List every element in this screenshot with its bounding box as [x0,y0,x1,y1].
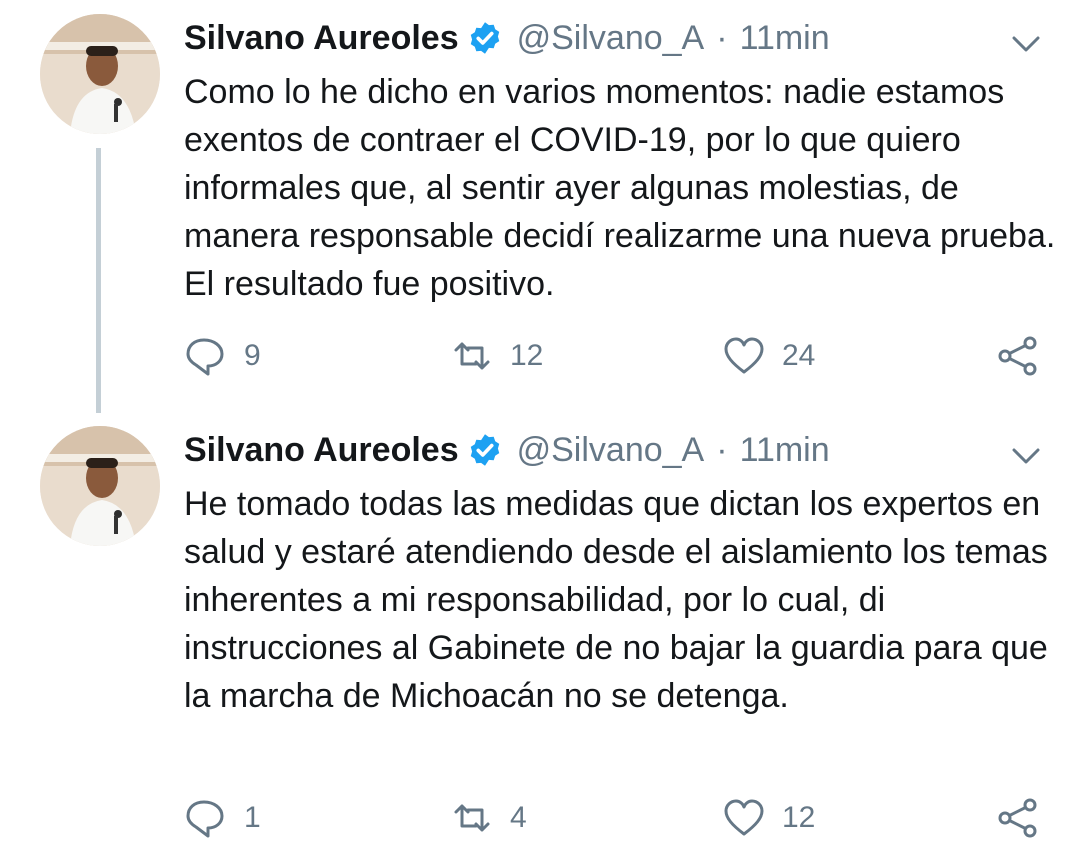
retweet-count: 12 [510,339,544,372]
timestamp[interactable]: 11min [740,19,830,58]
separator-dot: · [716,430,728,469]
retweet-button[interactable]: 12 [450,332,543,380]
author-name[interactable]: Silvano Aureoles [184,19,459,58]
share-button[interactable] [996,794,1040,842]
verified-badge-icon [470,22,499,54]
chevron-down-icon[interactable] [1006,436,1046,476]
author-handle[interactable]: @Silvano_A [517,431,705,470]
retweet-icon [454,342,490,370]
reply-count: 9 [244,339,261,372]
reply-count: 1 [244,801,261,834]
tweet-text: Como lo he dicho en varios momentos: nad… [184,73,1056,303]
timestamp[interactable]: 11min [740,431,830,470]
like-button[interactable]: 12 [722,794,815,842]
avatar[interactable] [40,14,160,134]
tweet-header: Silvano Aureoles @Silvano_A · 11min [184,428,830,472]
tweet-1[interactable]: Silvano Aureoles @Silvano_A · 11min Como… [0,0,1078,413]
verified-badge-icon [470,434,499,466]
author-handle[interactable]: @Silvano_A [517,19,705,58]
retweet-count: 4 [510,801,527,834]
tweet-header: Silvano Aureoles @Silvano_A · 11min [184,16,830,60]
reply-button[interactable]: 9 [184,332,261,380]
reply-button[interactable]: 1 [184,794,261,842]
chevron-down-icon[interactable] [1006,24,1046,64]
like-count: 24 [782,339,816,372]
share-icon [998,336,1037,376]
like-icon [724,337,764,374]
reply-icon [186,338,224,376]
tweet-text: He tomado todas las medidas que dictan l… [184,485,1048,715]
retweet-button[interactable]: 4 [450,794,527,842]
avatar[interactable] [40,426,160,546]
share-button[interactable] [996,332,1040,380]
tweet-2[interactable]: Silvano Aureoles @Silvano_A · 11min He t… [0,412,1078,858]
author-name[interactable]: Silvano Aureoles [184,431,459,470]
separator-dot: · [716,18,728,57]
reply-icon [186,800,224,838]
tweet-actions: 9 12 24 [184,332,1044,380]
share-icon [998,798,1037,838]
like-count: 12 [782,801,816,834]
retweet-icon [454,804,490,832]
like-icon [724,799,764,836]
thread-line [96,148,101,413]
like-button[interactable]: 24 [722,332,815,380]
tweet-actions: 1 4 12 [184,794,1044,842]
